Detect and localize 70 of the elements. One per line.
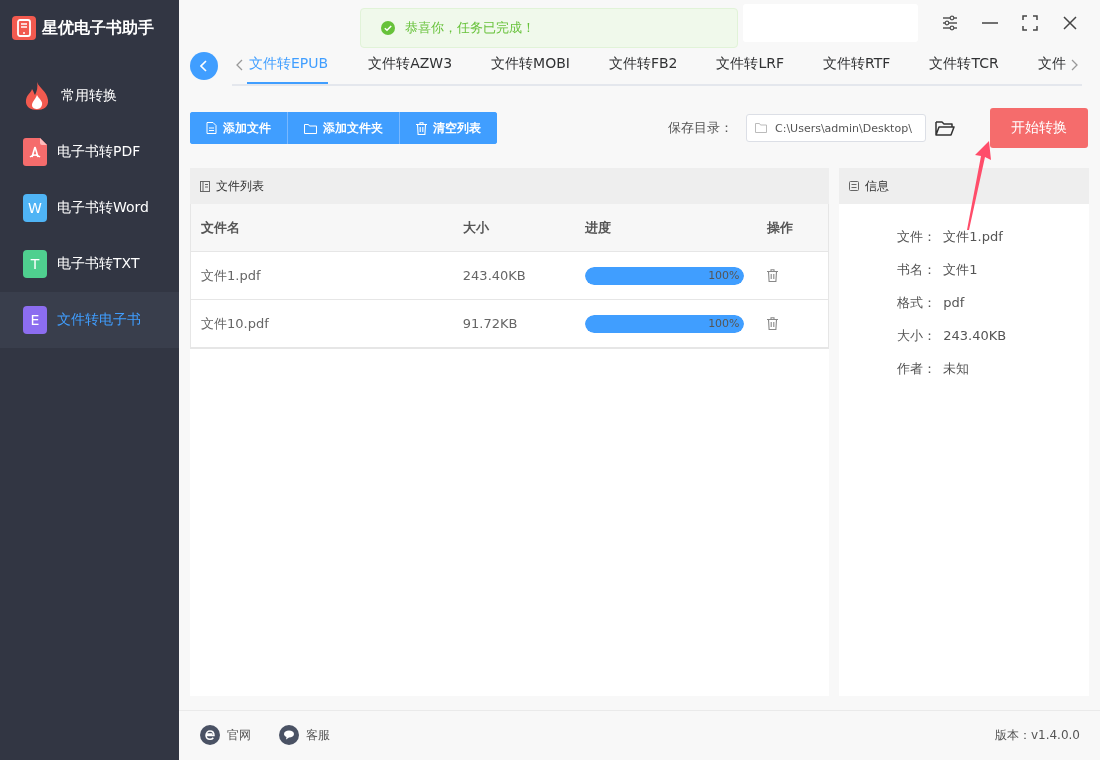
panel-title: 文件列表 bbox=[216, 177, 264, 195]
footer-link[interactable]: 官网 bbox=[200, 725, 251, 745]
progress-reading: 100% bbox=[708, 317, 740, 330]
info-value: pdf bbox=[943, 295, 965, 310]
tab[interactable]: 文件转MOBI bbox=[491, 46, 589, 84]
sidebar-item[interactable]: T 电子书转TXT bbox=[0, 236, 179, 292]
pdf-file-icon bbox=[23, 138, 47, 166]
panel-title: 信息 bbox=[865, 177, 890, 195]
delete-button[interactable] bbox=[767, 269, 779, 282]
info-value: 文件1.pdf bbox=[943, 227, 1003, 246]
info-label: 文件： bbox=[897, 227, 938, 246]
version-text: 版本：v1.4.0.0 bbox=[994, 726, 1080, 744]
file-letter-icon: W bbox=[23, 194, 47, 222]
info-card-icon bbox=[849, 181, 860, 191]
sidebar-item[interactable]: E 文件转电子书 bbox=[0, 292, 179, 348]
folder-icon bbox=[755, 123, 767, 133]
tab[interactable]: 文件 bbox=[1037, 46, 1067, 84]
sliders-icon bbox=[942, 15, 958, 31]
table-cell: 文件1.pdf bbox=[191, 251, 453, 300]
info-label: 大小： bbox=[897, 326, 938, 345]
column-header: 进度 bbox=[574, 204, 758, 252]
flame-icon bbox=[23, 81, 51, 111]
folder-icon bbox=[304, 122, 317, 134]
info-value: 文件1 bbox=[943, 260, 978, 279]
close-icon bbox=[1063, 16, 1077, 30]
table-cell: 文件10.pdf bbox=[191, 299, 453, 348]
table-cell: 91.72KB bbox=[452, 299, 575, 348]
toast-message: 恭喜你，任务已完成！ bbox=[405, 19, 535, 37]
tab[interactable]: 文件转AZW3 bbox=[368, 46, 472, 84]
trash-icon bbox=[767, 317, 779, 330]
check-circle-icon bbox=[381, 21, 395, 35]
list-icon bbox=[200, 180, 210, 192]
open-folder-icon bbox=[935, 119, 955, 137]
column-header: 操作 bbox=[757, 204, 829, 252]
info-value: 243.40KB bbox=[943, 328, 1007, 343]
ebook-reader-icon bbox=[12, 16, 36, 40]
delete-button[interactable] bbox=[767, 317, 779, 330]
chat-bubble-icon bbox=[279, 725, 299, 745]
maximize-icon bbox=[1022, 15, 1038, 31]
sidebar-item[interactable]: 电子书转PDF bbox=[0, 124, 179, 180]
tab[interactable]: 文件转FB2 bbox=[608, 46, 697, 84]
info-label: 书名： bbox=[897, 260, 938, 279]
file-letter-icon: T bbox=[23, 250, 47, 278]
tab[interactable]: 文件转RTF bbox=[823, 46, 910, 84]
chevron-right-icon bbox=[1071, 59, 1078, 71]
column-header: 文件名 bbox=[191, 204, 453, 252]
save-path-field[interactable]: C:\Users\admin\Desktop\ bbox=[746, 114, 926, 142]
info-value: 未知 bbox=[943, 359, 970, 378]
app-title: 星优电子书助手 bbox=[42, 17, 154, 39]
trash-icon bbox=[767, 269, 779, 282]
chevron-left-icon bbox=[200, 60, 208, 72]
sidebar-item[interactable]: 常用转换 bbox=[0, 68, 179, 124]
trash-icon bbox=[416, 121, 427, 135]
tab[interactable]: 文件转LRF bbox=[716, 46, 804, 84]
back-button[interactable] bbox=[190, 52, 218, 80]
chevron-left-icon bbox=[236, 59, 243, 71]
tab[interactable]: 文件转TCR bbox=[929, 46, 1018, 84]
save-dir-label: 保存目录： bbox=[668, 119, 733, 137]
info-label: 作者： bbox=[897, 359, 938, 378]
document-icon bbox=[206, 122, 217, 134]
footer-link[interactable]: 客服 bbox=[279, 725, 330, 745]
table-cell: 243.40KB bbox=[452, 251, 575, 300]
column-header: 大小 bbox=[452, 204, 575, 252]
progress-reading: 100% bbox=[708, 269, 740, 282]
info-label: 格式： bbox=[897, 293, 938, 312]
minimize-icon bbox=[982, 22, 998, 24]
browser-e-icon bbox=[200, 725, 220, 745]
browse-folder-button[interactable] bbox=[935, 119, 955, 137]
sidebar-item[interactable]: W 电子书转Word bbox=[0, 180, 179, 236]
file-letter-icon: E bbox=[23, 306, 47, 334]
